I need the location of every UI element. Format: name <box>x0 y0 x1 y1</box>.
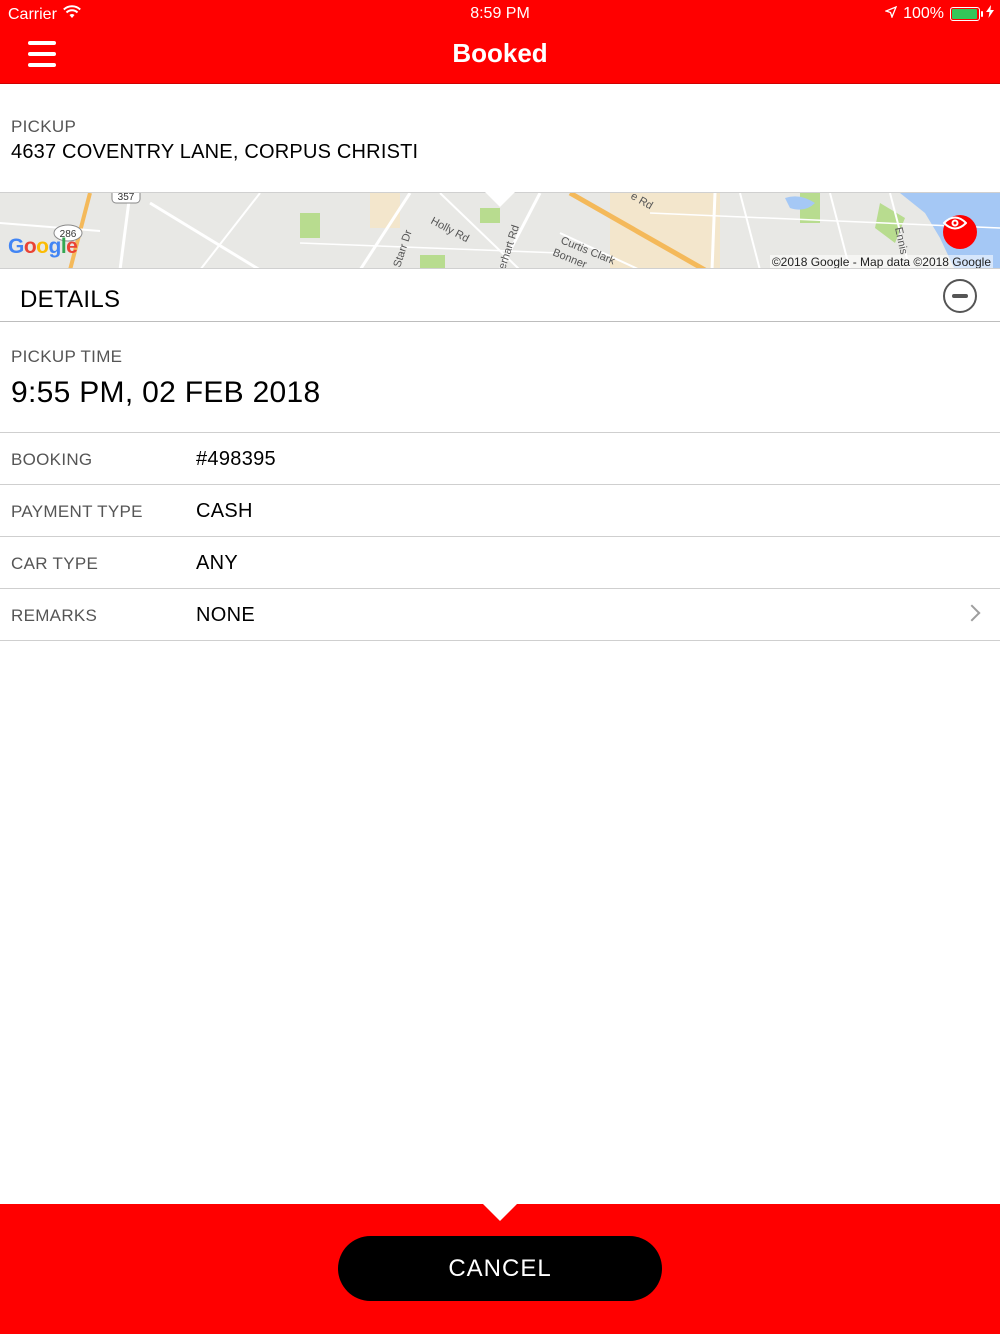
minus-circle-icon[interactable] <box>943 279 977 313</box>
status-bar: Carrier 8:59 PM 100% <box>0 0 1000 28</box>
payment-type-value: CASH <box>196 500 253 522</box>
route-label-357: 357 <box>118 193 135 203</box>
battery-icon <box>950 7 983 21</box>
clock: 8:59 PM <box>470 5 530 22</box>
cancel-button[interactable]: CANCEL <box>338 1236 662 1301</box>
details-title: DETAILS <box>20 286 121 313</box>
footer-pointer <box>483 1204 517 1221</box>
google-logo: Google <box>8 235 78 258</box>
location-arrow-icon <box>884 5 898 23</box>
remarks-label: REMARKS <box>11 606 98 625</box>
charging-bolt-icon <box>986 5 994 23</box>
page-title: Booked <box>452 38 548 68</box>
booking-value: #498395 <box>196 448 276 470</box>
pickup-time-label: PICKUP TIME <box>11 347 123 366</box>
eye-icon[interactable] <box>943 215 977 249</box>
booking-row: BOOKING #498395 <box>0 433 1000 485</box>
booking-label: BOOKING <box>11 450 93 469</box>
payment-type-row: PAYMENT TYPE CASH <box>0 485 1000 537</box>
pickup-label: PICKUP <box>11 117 77 136</box>
pickup-section: PICKUP 4637 COVENTRY LANE, CORPUS CHRIST… <box>0 84 1000 192</box>
pickup-time-section: PICKUP TIME 9:55 PM, 02 FEB 2018 <box>0 322 1000 433</box>
app-header: Carrier 8:59 PM 100% Booked <box>0 0 1000 84</box>
battery-fill <box>952 9 977 19</box>
remarks-row[interactable]: REMARKS NONE <box>0 589 1000 641</box>
pickup-address: 4637 COVENTRY LANE, CORPUS CHRISTI <box>11 141 419 163</box>
map-attribution: ©2018 Google - Map data ©2018 Google <box>769 255 993 269</box>
remarks-value: NONE <box>196 604 255 626</box>
map-pointer <box>484 191 516 207</box>
payment-type-label: PAYMENT TYPE <box>11 502 143 521</box>
chevron-right-icon[interactable] <box>963 604 981 622</box>
car-type-label: CAR TYPE <box>11 554 99 573</box>
footer-bar: CANCEL <box>0 1204 1000 1334</box>
battery-percent: 100% <box>903 5 944 22</box>
car-type-value: ANY <box>196 552 239 574</box>
car-type-row: CAR TYPE ANY <box>0 537 1000 589</box>
details-header: DETAILS <box>0 270 1000 322</box>
pickup-time-value: 9:55 PM, 02 FEB 2018 <box>11 376 321 409</box>
